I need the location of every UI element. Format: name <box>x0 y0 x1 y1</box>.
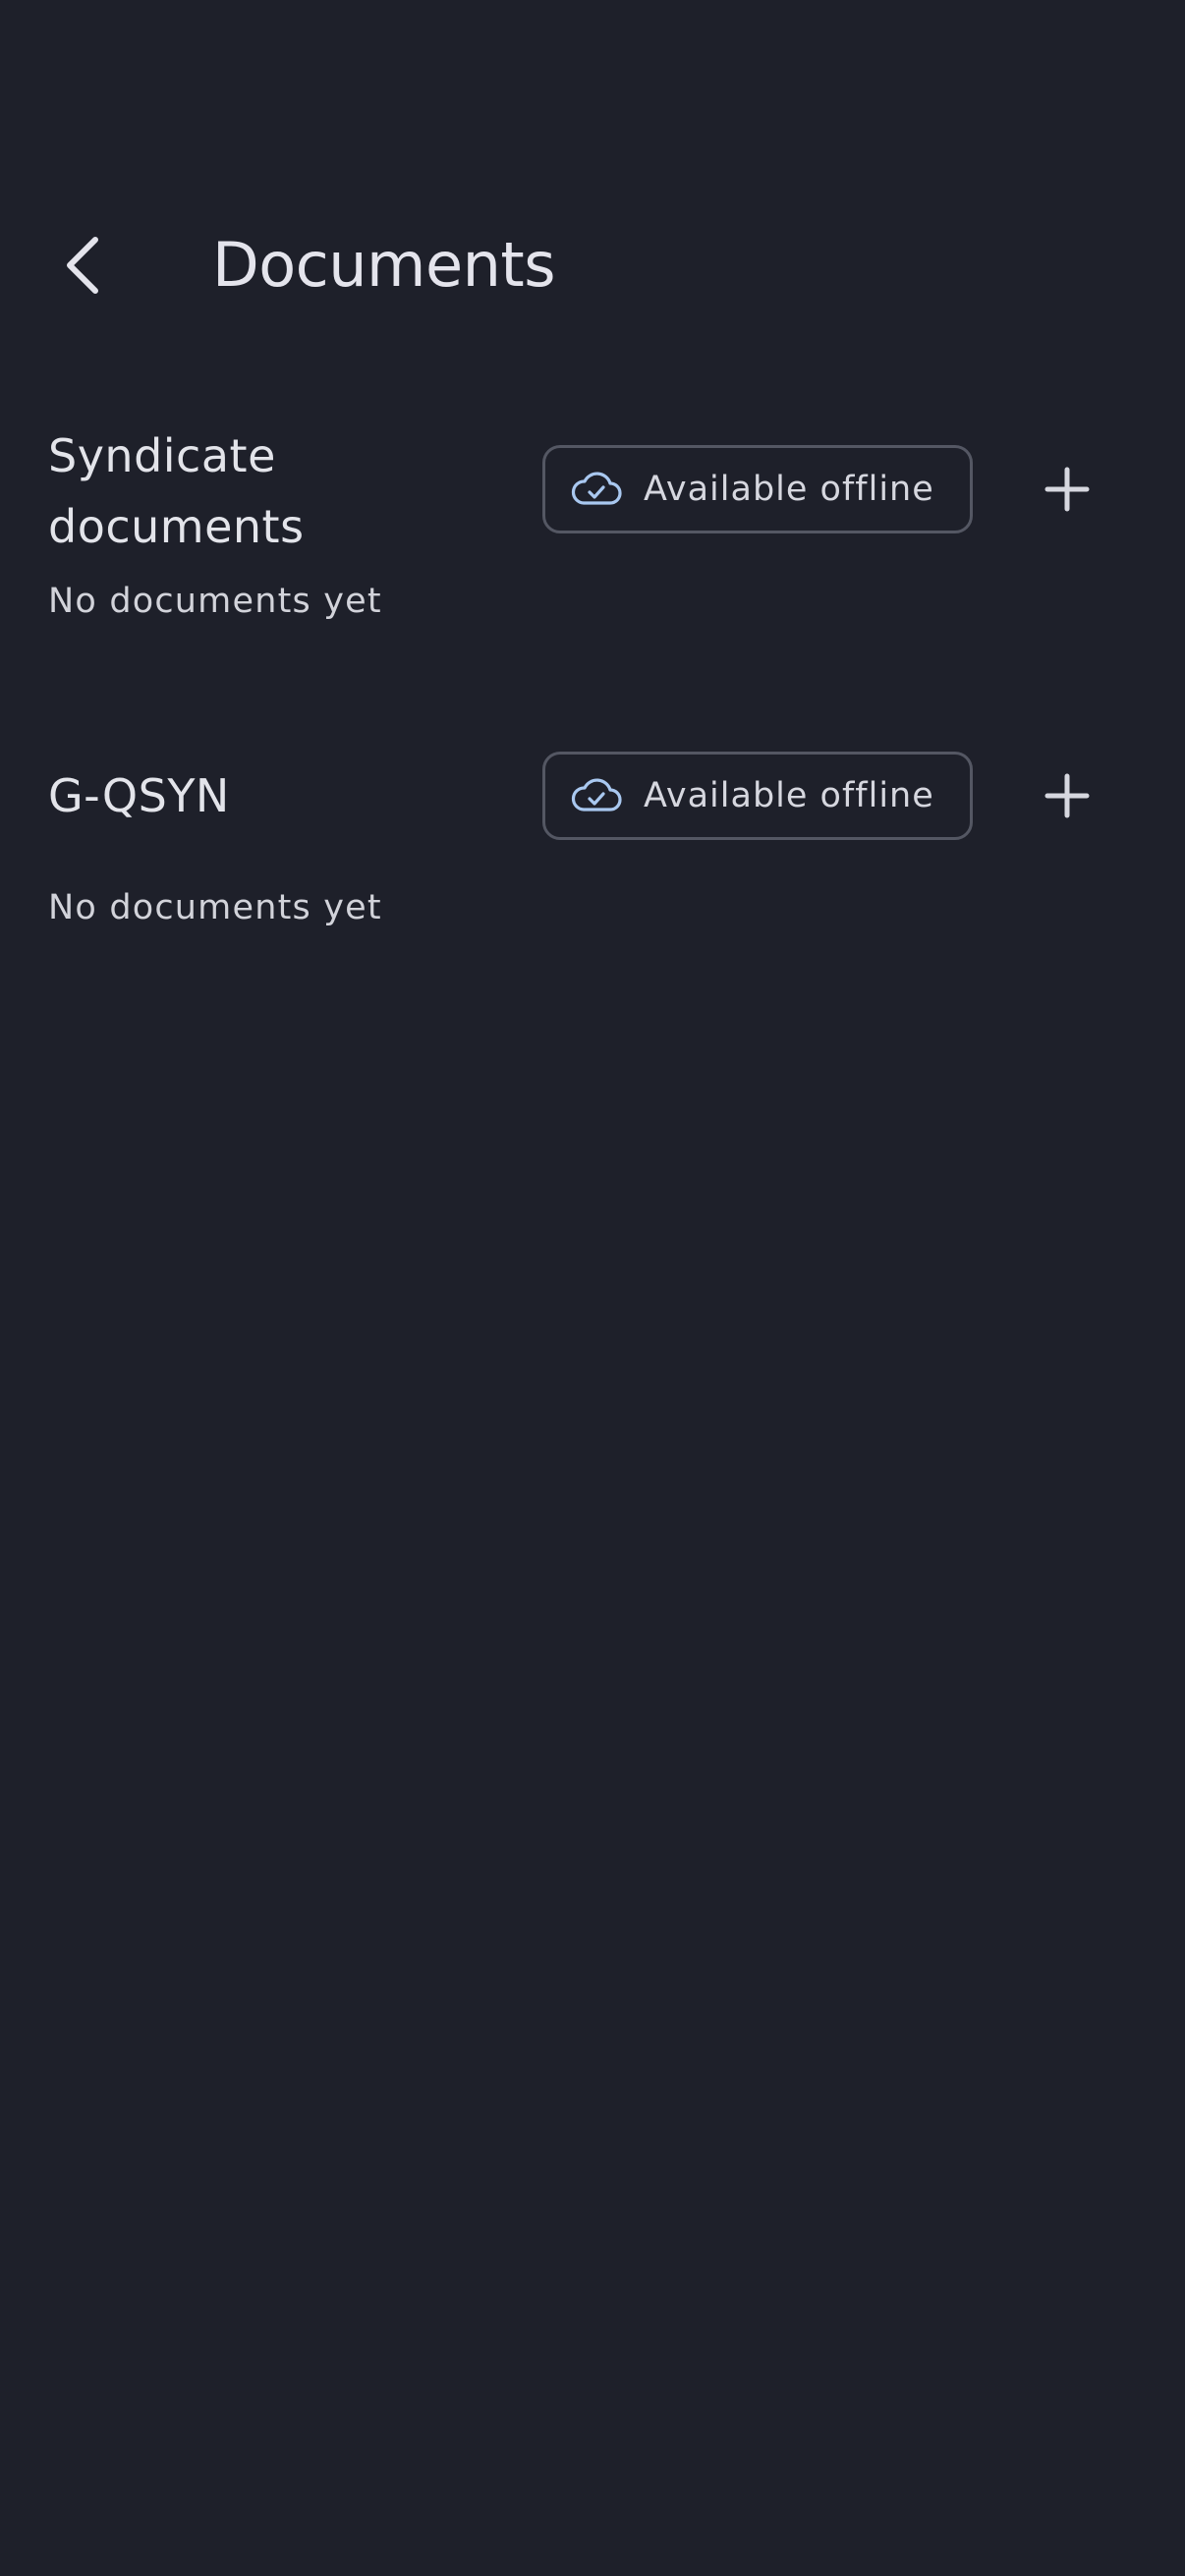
app-header: Documents <box>0 196 1185 334</box>
back-button[interactable] <box>33 216 132 314</box>
available-offline-chip[interactable]: Available offline <box>542 445 973 533</box>
section-syndicate-documents: Syndicate documents Available offline No… <box>0 420 1185 637</box>
available-offline-label: Available offline <box>644 776 934 815</box>
section-g-qsyn: G-QSYN Available offline No documents ye… <box>0 727 1185 943</box>
cloud-check-icon <box>571 778 622 812</box>
add-document-button[interactable] <box>1018 440 1116 538</box>
available-offline-chip[interactable]: Available offline <box>542 752 973 840</box>
empty-state-text: No documents yet <box>48 582 382 621</box>
add-document-button[interactable] <box>1018 747 1116 845</box>
plus-icon <box>1044 773 1090 818</box>
plus-icon <box>1044 467 1090 512</box>
documents-screen: Documents Syndicate documents Available … <box>0 0 1185 2576</box>
empty-state-text: No documents yet <box>48 888 382 927</box>
section-title: G-QSYN <box>48 769 230 822</box>
chevron-left-icon <box>67 237 98 294</box>
page-title: Documents <box>212 229 556 301</box>
available-offline-label: Available offline <box>644 470 934 509</box>
section-title: Syndicate documents <box>48 429 305 553</box>
cloud-check-icon <box>571 472 622 505</box>
